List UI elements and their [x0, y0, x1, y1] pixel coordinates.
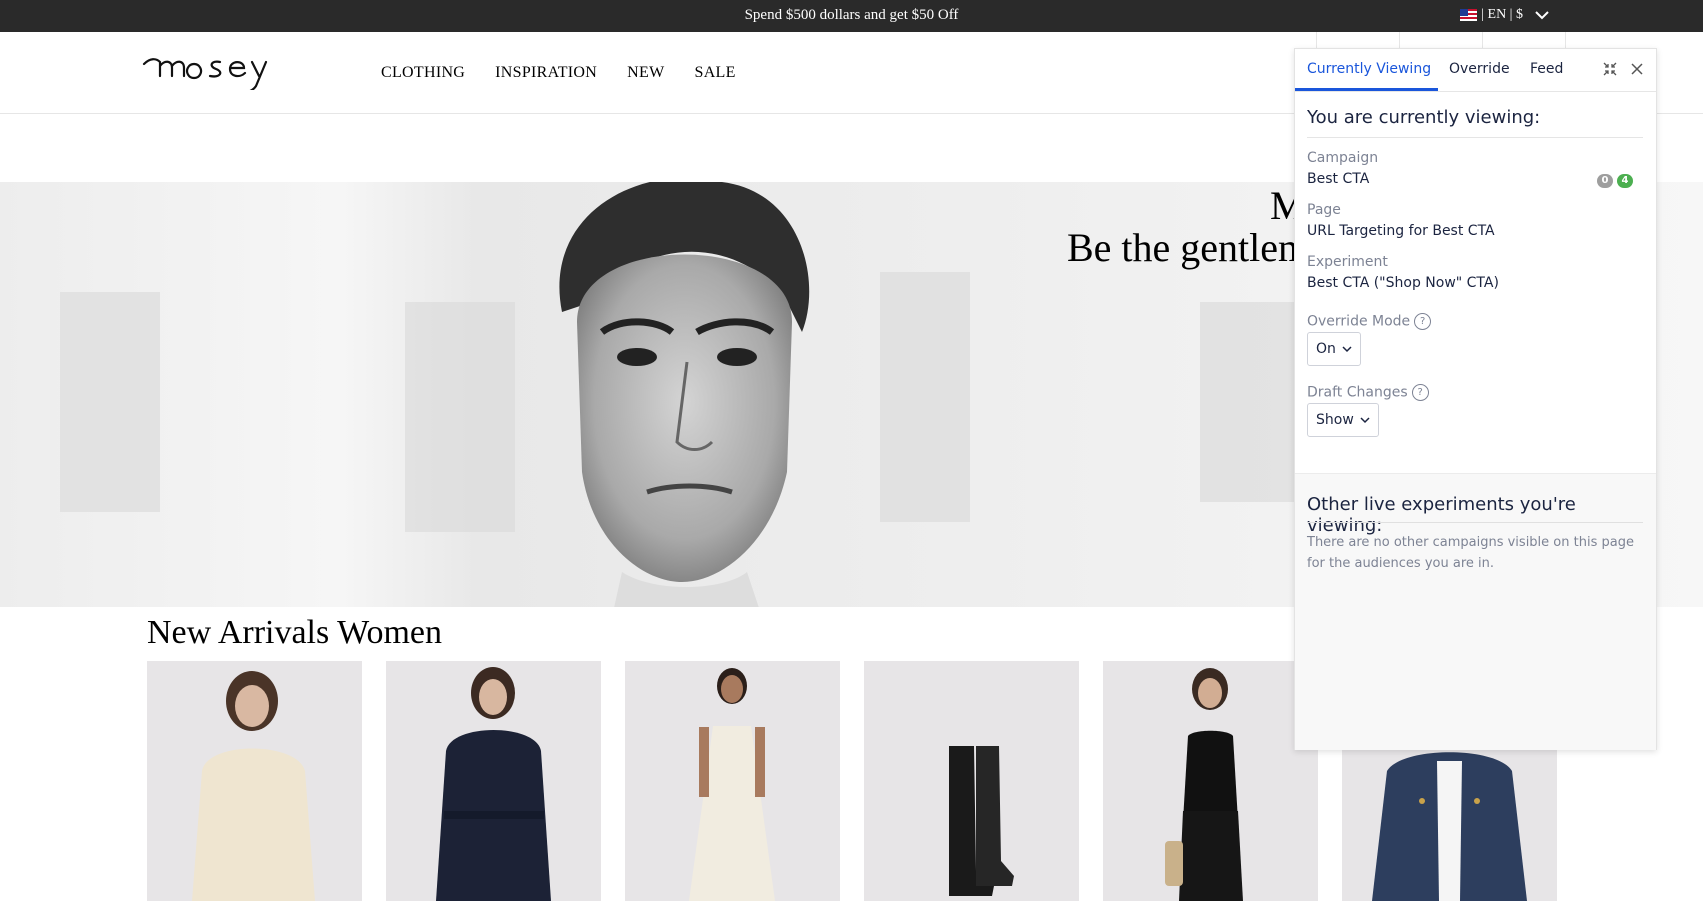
chevron-down-icon[interactable]	[1533, 8, 1551, 22]
collapse-icon[interactable]	[1602, 61, 1618, 77]
campaign-label: Campaign	[1307, 150, 1379, 166]
divider	[1307, 522, 1643, 523]
nav-new[interactable]: NEW	[627, 64, 664, 82]
background-building	[880, 272, 970, 522]
other-experiments-note: There are no other campaigns visible on …	[1307, 535, 1634, 571]
override-mode-label: Override Mode?	[1307, 313, 1432, 330]
tab-currently-viewing[interactable]: Currently Viewing	[1307, 61, 1431, 77]
nav-sale[interactable]: SALE	[695, 64, 736, 82]
draft-changes-text: Draft Changes	[1307, 384, 1408, 401]
help-icon[interactable]: ?	[1411, 384, 1429, 401]
mosey-logo[interactable]	[142, 50, 310, 90]
campaign-value[interactable]: Best CTA	[1307, 171, 1369, 187]
product-card-cream-shirt[interactable]	[147, 661, 362, 901]
help-icon[interactable]: ?	[1414, 313, 1432, 330]
other-experiments-section: Other live experiments you're viewing: T…	[1295, 473, 1656, 750]
page-label: Page	[1307, 202, 1341, 218]
close-icon[interactable]	[1629, 61, 1645, 77]
other-experiments-heading: Other live experiments you're viewing:	[1307, 494, 1576, 536]
experiment-value[interactable]: Best CTA ("Shop Now" CTA)	[1307, 275, 1499, 291]
promo-bar: Spend $500 dollars and get $50 Off | EN …	[0, 0, 1703, 32]
locale-selector[interactable]: | EN | $	[1460, 7, 1523, 23]
background-building	[1200, 302, 1300, 502]
us-flag-icon	[1460, 9, 1478, 21]
section-title: New Arrivals Women	[147, 614, 443, 651]
product-card-black-boots[interactable]	[864, 661, 1079, 901]
override-mode-value: On	[1316, 341, 1336, 357]
draft-changes-label: Draft Changes?	[1307, 384, 1429, 401]
chevron-down-icon	[1360, 417, 1370, 424]
override-mode-text: Override Mode	[1307, 313, 1411, 330]
main-nav: CLOTHING INSPIRATION NEW SALE	[381, 64, 736, 82]
background-building	[60, 292, 160, 512]
status-badge-grey: 0	[1597, 174, 1613, 188]
product-card-cream-dress[interactable]	[625, 661, 840, 901]
experiment-label: Experiment	[1307, 254, 1388, 270]
active-tab-indicator	[1295, 88, 1438, 91]
nav-inspiration[interactable]: INSPIRATION	[495, 64, 597, 82]
override-mode-select[interactable]: On	[1307, 332, 1361, 366]
draft-changes-value: Show	[1316, 412, 1354, 428]
divider	[1307, 137, 1643, 138]
draft-changes-select[interactable]: Show	[1307, 403, 1379, 437]
promo-text: Spend $500 dollars and get $50 Off	[744, 7, 959, 23]
hero-model-portrait	[559, 182, 810, 607]
hero-subtitle: Be the gentlema	[1067, 225, 1327, 270]
panel-heading: You are currently viewing:	[1307, 107, 1541, 128]
chevron-down-icon	[1342, 346, 1352, 353]
nav-clothing[interactable]: CLOTHING	[381, 64, 465, 82]
tab-override[interactable]: Override	[1449, 61, 1510, 77]
panel-tabs: Currently Viewing Override Feed	[1295, 49, 1656, 92]
override-panel: Currently Viewing Override Feed You are …	[1294, 48, 1657, 750]
locale-text: | EN | $	[1481, 7, 1523, 22]
status-badge-green: 4	[1617, 174, 1633, 188]
background-building	[405, 302, 515, 532]
product-card-navy-coat[interactable]	[386, 661, 601, 901]
page-value[interactable]: URL Targeting for Best CTA	[1307, 223, 1495, 239]
product-card-black-outfit[interactable]	[1103, 661, 1318, 901]
tab-feed[interactable]: Feed	[1530, 61, 1563, 77]
